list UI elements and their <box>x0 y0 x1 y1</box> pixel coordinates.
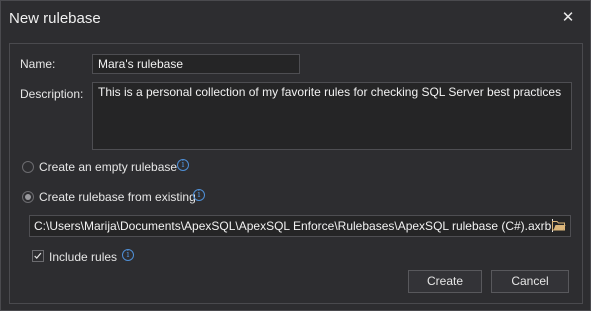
title-bar: New rulebase ✕ <box>1 1 590 37</box>
empty-rulebase-label[interactable]: Create an empty rulebase <box>39 160 177 174</box>
folder-icon[interactable] <box>552 220 566 231</box>
existing-path-text: C:\Users\Marija\Documents\ApexSQL\ApexSQ… <box>34 219 552 233</box>
existing-path-field[interactable]: C:\Users\Marija\Documents\ApexSQL\ApexSQ… <box>29 215 571 237</box>
dialog-title: New rulebase <box>9 10 101 27</box>
info-icon[interactable]: i <box>177 159 189 171</box>
include-rules-checkbox[interactable] <box>32 250 44 262</box>
empty-rulebase-radio[interactable] <box>22 161 34 173</box>
create-button[interactable]: Create <box>408 270 482 293</box>
description-label: Description: <box>20 87 84 101</box>
description-field[interactable]: This is a personal collection of my favo… <box>92 82 572 150</box>
info-icon[interactable]: i <box>122 249 134 261</box>
new-rulebase-dialog: New rulebase ✕ Name: Mara's rulebase Des… <box>0 0 591 311</box>
existing-rulebase-label[interactable]: Create rulebase from existing <box>39 190 196 204</box>
name-field[interactable]: Mara's rulebase <box>92 54 300 74</box>
name-label: Name: <box>20 57 56 71</box>
close-icon[interactable]: ✕ <box>560 10 576 26</box>
cancel-button[interactable]: Cancel <box>491 270 569 293</box>
info-icon[interactable]: i <box>193 189 205 201</box>
checkmark-icon <box>34 252 42 259</box>
existing-rulebase-radio[interactable] <box>22 191 34 203</box>
form-panel: Name: Mara's rulebase Description: This … <box>9 43 583 304</box>
include-rules-label[interactable]: Include rules <box>49 250 117 264</box>
